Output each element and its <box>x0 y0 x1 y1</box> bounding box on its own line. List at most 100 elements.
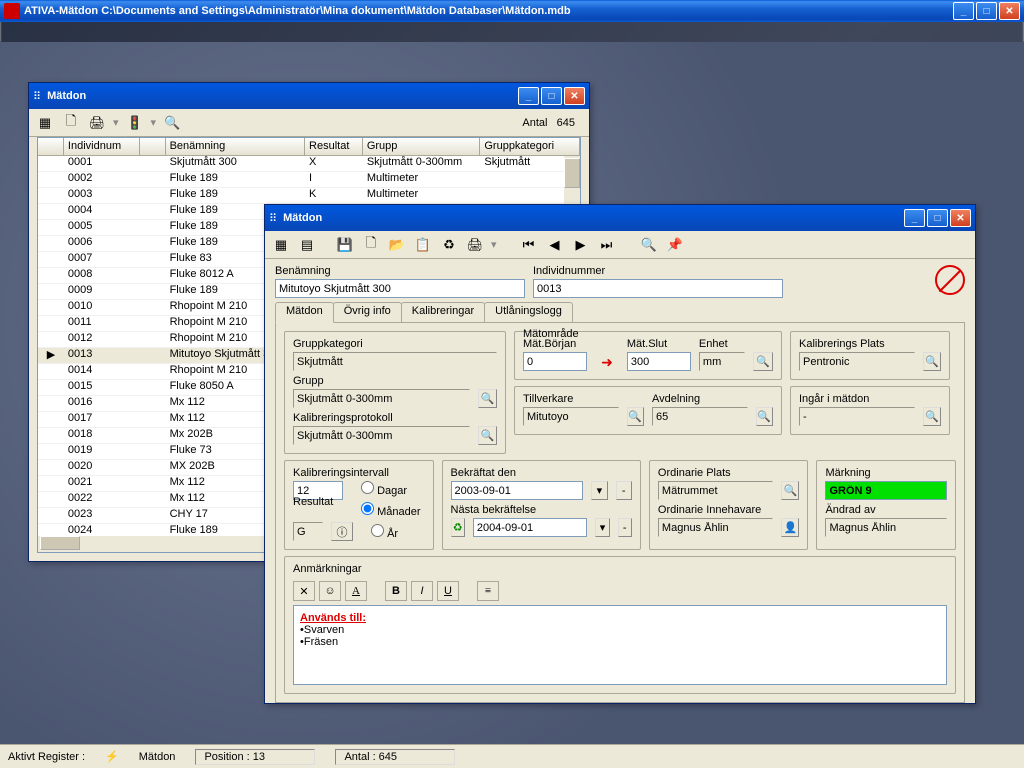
list-titlebar[interactable]: ⠿ Mätdon _ □ ✕ <box>29 83 589 109</box>
tb-grid-icon[interactable]: ▦ <box>35 113 55 133</box>
ingar-lookup-button[interactable]: 🔍 <box>923 407 941 426</box>
dagar-radio[interactable]: Dagar <box>361 481 407 500</box>
richtext-toolbar: ✕ ☺ A B I U ≡ <box>293 577 947 605</box>
detail-dots-icon: ⠿ <box>269 212 277 225</box>
rt-italic-icon[interactable]: I <box>411 581 433 601</box>
ordinneh-lookup-button[interactable]: 👤 <box>781 518 799 537</box>
list-min-button[interactable]: _ <box>518 87 539 105</box>
id-label: Individnummer <box>533 265 783 277</box>
dtb-grid-icon[interactable]: ▦ <box>271 235 291 255</box>
close-button[interactable]: ✕ <box>999 2 1020 20</box>
detail-titlebar[interactable]: ⠿ Mätdon _ □ ✕ <box>265 205 975 231</box>
list-close-button[interactable]: ✕ <box>564 87 585 105</box>
col-resultat[interactable]: Resultat <box>305 138 363 155</box>
notes-area[interactable]: Används till: •Svarven •Fräsen <box>293 605 947 685</box>
table-row[interactable]: 0002Fluke 189IMultimeter <box>38 172 580 188</box>
dtb-print-icon[interactable]: 🖨 <box>465 235 485 255</box>
unit-field <box>699 352 745 371</box>
tb-new-icon[interactable]: 🗋 <box>61 113 81 133</box>
app-title: ATIVA-Mätdon C:\Documents and Settings\A… <box>24 5 953 17</box>
calplace-field <box>799 352 915 371</box>
nav-next-icon[interactable]: ▶ <box>571 235 591 255</box>
andrad-field <box>825 518 947 537</box>
rt-smile-icon[interactable]: ☺ <box>319 581 341 601</box>
col-individnum[interactable]: Individnum <box>64 138 140 155</box>
rt-list-icon[interactable]: ≡ <box>477 581 499 601</box>
dtb-new-icon[interactable]: 🗋 <box>361 235 381 255</box>
nav-last-icon[interactable]: ⏭ <box>597 235 617 255</box>
dtb-copy-icon[interactable]: 📋 <box>413 235 433 255</box>
readonly-icon <box>935 265 965 295</box>
kprot-label: Kalibreringsprotokoll <box>293 412 497 424</box>
nasta-dd-button[interactable]: ▾ <box>595 518 609 537</box>
table-row[interactable]: 0001Skjutmått 300XSkjutmått 0-300mmSkjut… <box>38 156 580 172</box>
grpcat-label: Gruppkategori <box>293 338 497 350</box>
dtb-search-icon[interactable]: 🔍 <box>639 235 659 255</box>
nav-first-icon[interactable]: ⏮ <box>519 235 539 255</box>
list-count-label: Antal <box>522 117 547 129</box>
col-grupp[interactable]: Grupp <box>363 138 481 155</box>
resultat-field <box>293 522 323 541</box>
detail-window: ⠿ Mätdon _ □ ✕ ▦ ▤ 💾 🗋 📂 📋 ♻ 🖨▾ ⏮ ◀ ▶ ⏭ … <box>264 204 976 704</box>
tab-utlan[interactable]: Utlåningslogg <box>484 302 573 322</box>
maximize-button[interactable]: □ <box>976 2 997 20</box>
begin-field[interactable] <box>523 352 587 371</box>
info-button[interactable]: ⓘ <box>331 522 353 541</box>
table-row[interactable]: 0003Fluke 189KMultimeter <box>38 188 580 204</box>
dtb-form-icon[interactable]: ▤ <box>297 235 317 255</box>
tb-traffic-icon[interactable]: 🚦 <box>125 113 145 133</box>
dtb-open-icon[interactable]: 📂 <box>387 235 407 255</box>
nasta-label: Nästa bekräftelse <box>451 504 632 516</box>
rt-bold-icon[interactable]: B <box>385 581 407 601</box>
detail-max-button[interactable]: □ <box>927 209 948 227</box>
list-max-button[interactable]: □ <box>541 87 562 105</box>
minimize-button[interactable]: _ <box>953 2 974 20</box>
sb-position: Position : 13 <box>195 749 315 765</box>
list-toolbar: ▦ 🗋 🖨 ▾ 🚦 ▾ 🔍 Antal 645 <box>29 109 589 137</box>
calplace-lookup-button[interactable]: 🔍 <box>923 352 941 371</box>
tb-print-icon[interactable]: 🖨 <box>87 113 107 133</box>
name-field[interactable] <box>275 279 525 298</box>
statusbar: Aktivt Register : ⚡ Mätdon Position : 13… <box>0 744 1024 768</box>
unit-lookup-button[interactable]: 🔍 <box>753 352 773 371</box>
mfr-lookup-button[interactable]: 🔍 <box>627 407 644 426</box>
ordplats-lookup-button[interactable]: 🔍 <box>781 481 799 500</box>
mfr-label: Tillverkare <box>523 393 644 405</box>
id-field[interactable] <box>533 279 783 298</box>
tb-search-icon[interactable]: 🔍 <box>162 113 182 133</box>
anm-label: Anmärkningar <box>293 563 947 575</box>
nasta-clear-button[interactable]: - <box>618 518 632 537</box>
dept-lookup-button[interactable]: 🔍 <box>756 407 773 426</box>
dtb-refresh-icon[interactable]: ♻ <box>439 235 459 255</box>
bekraft-field[interactable] <box>451 481 584 500</box>
detail-close-button[interactable]: ✕ <box>950 209 971 227</box>
ar-radio[interactable]: År <box>371 524 398 540</box>
tab-kalib[interactable]: Kalibreringar <box>401 302 485 322</box>
col-gruppkat[interactable]: Gruppkategori <box>480 138 580 155</box>
dtb-save-icon[interactable]: 💾 <box>335 235 355 255</box>
sb-count: Antal : 645 <box>335 749 455 765</box>
rt-underline-icon[interactable]: U <box>437 581 459 601</box>
name-label: Benämning <box>275 265 525 277</box>
manader-radio[interactable]: Månader <box>361 502 420 518</box>
interval-label: Kalibreringsintervall <box>293 467 425 479</box>
nasta-field[interactable] <box>473 518 588 537</box>
end-field[interactable] <box>627 352 691 371</box>
nasta-refresh-button[interactable]: ♻ <box>451 518 465 537</box>
bekraft-clear-button[interactable]: - <box>616 481 632 500</box>
calplace-label: Kalibrerings Plats <box>799 338 941 350</box>
rt-clear-icon[interactable]: ✕ <box>293 581 315 601</box>
col-benamning[interactable]: Benämning <box>166 138 305 155</box>
ordinneh-field <box>658 518 773 537</box>
dtb-pin-icon[interactable]: 📌 <box>665 235 685 255</box>
detail-min-button[interactable]: _ <box>904 209 925 227</box>
rt-font-icon[interactable]: A <box>345 581 367 601</box>
kprot-lookup-button[interactable]: 🔍 <box>478 426 497 445</box>
grp-lookup-button[interactable]: 🔍 <box>478 389 497 408</box>
tab-matdon[interactable]: Mätdon <box>275 302 334 323</box>
tab-ovrig[interactable]: Övrig info <box>333 302 402 322</box>
arrow-icon: ➜ <box>595 354 619 371</box>
list-dots-icon: ⠿ <box>33 90 41 103</box>
bekraft-dd-button[interactable]: ▾ <box>591 481 607 500</box>
nav-prev-icon[interactable]: ◀ <box>545 235 565 255</box>
